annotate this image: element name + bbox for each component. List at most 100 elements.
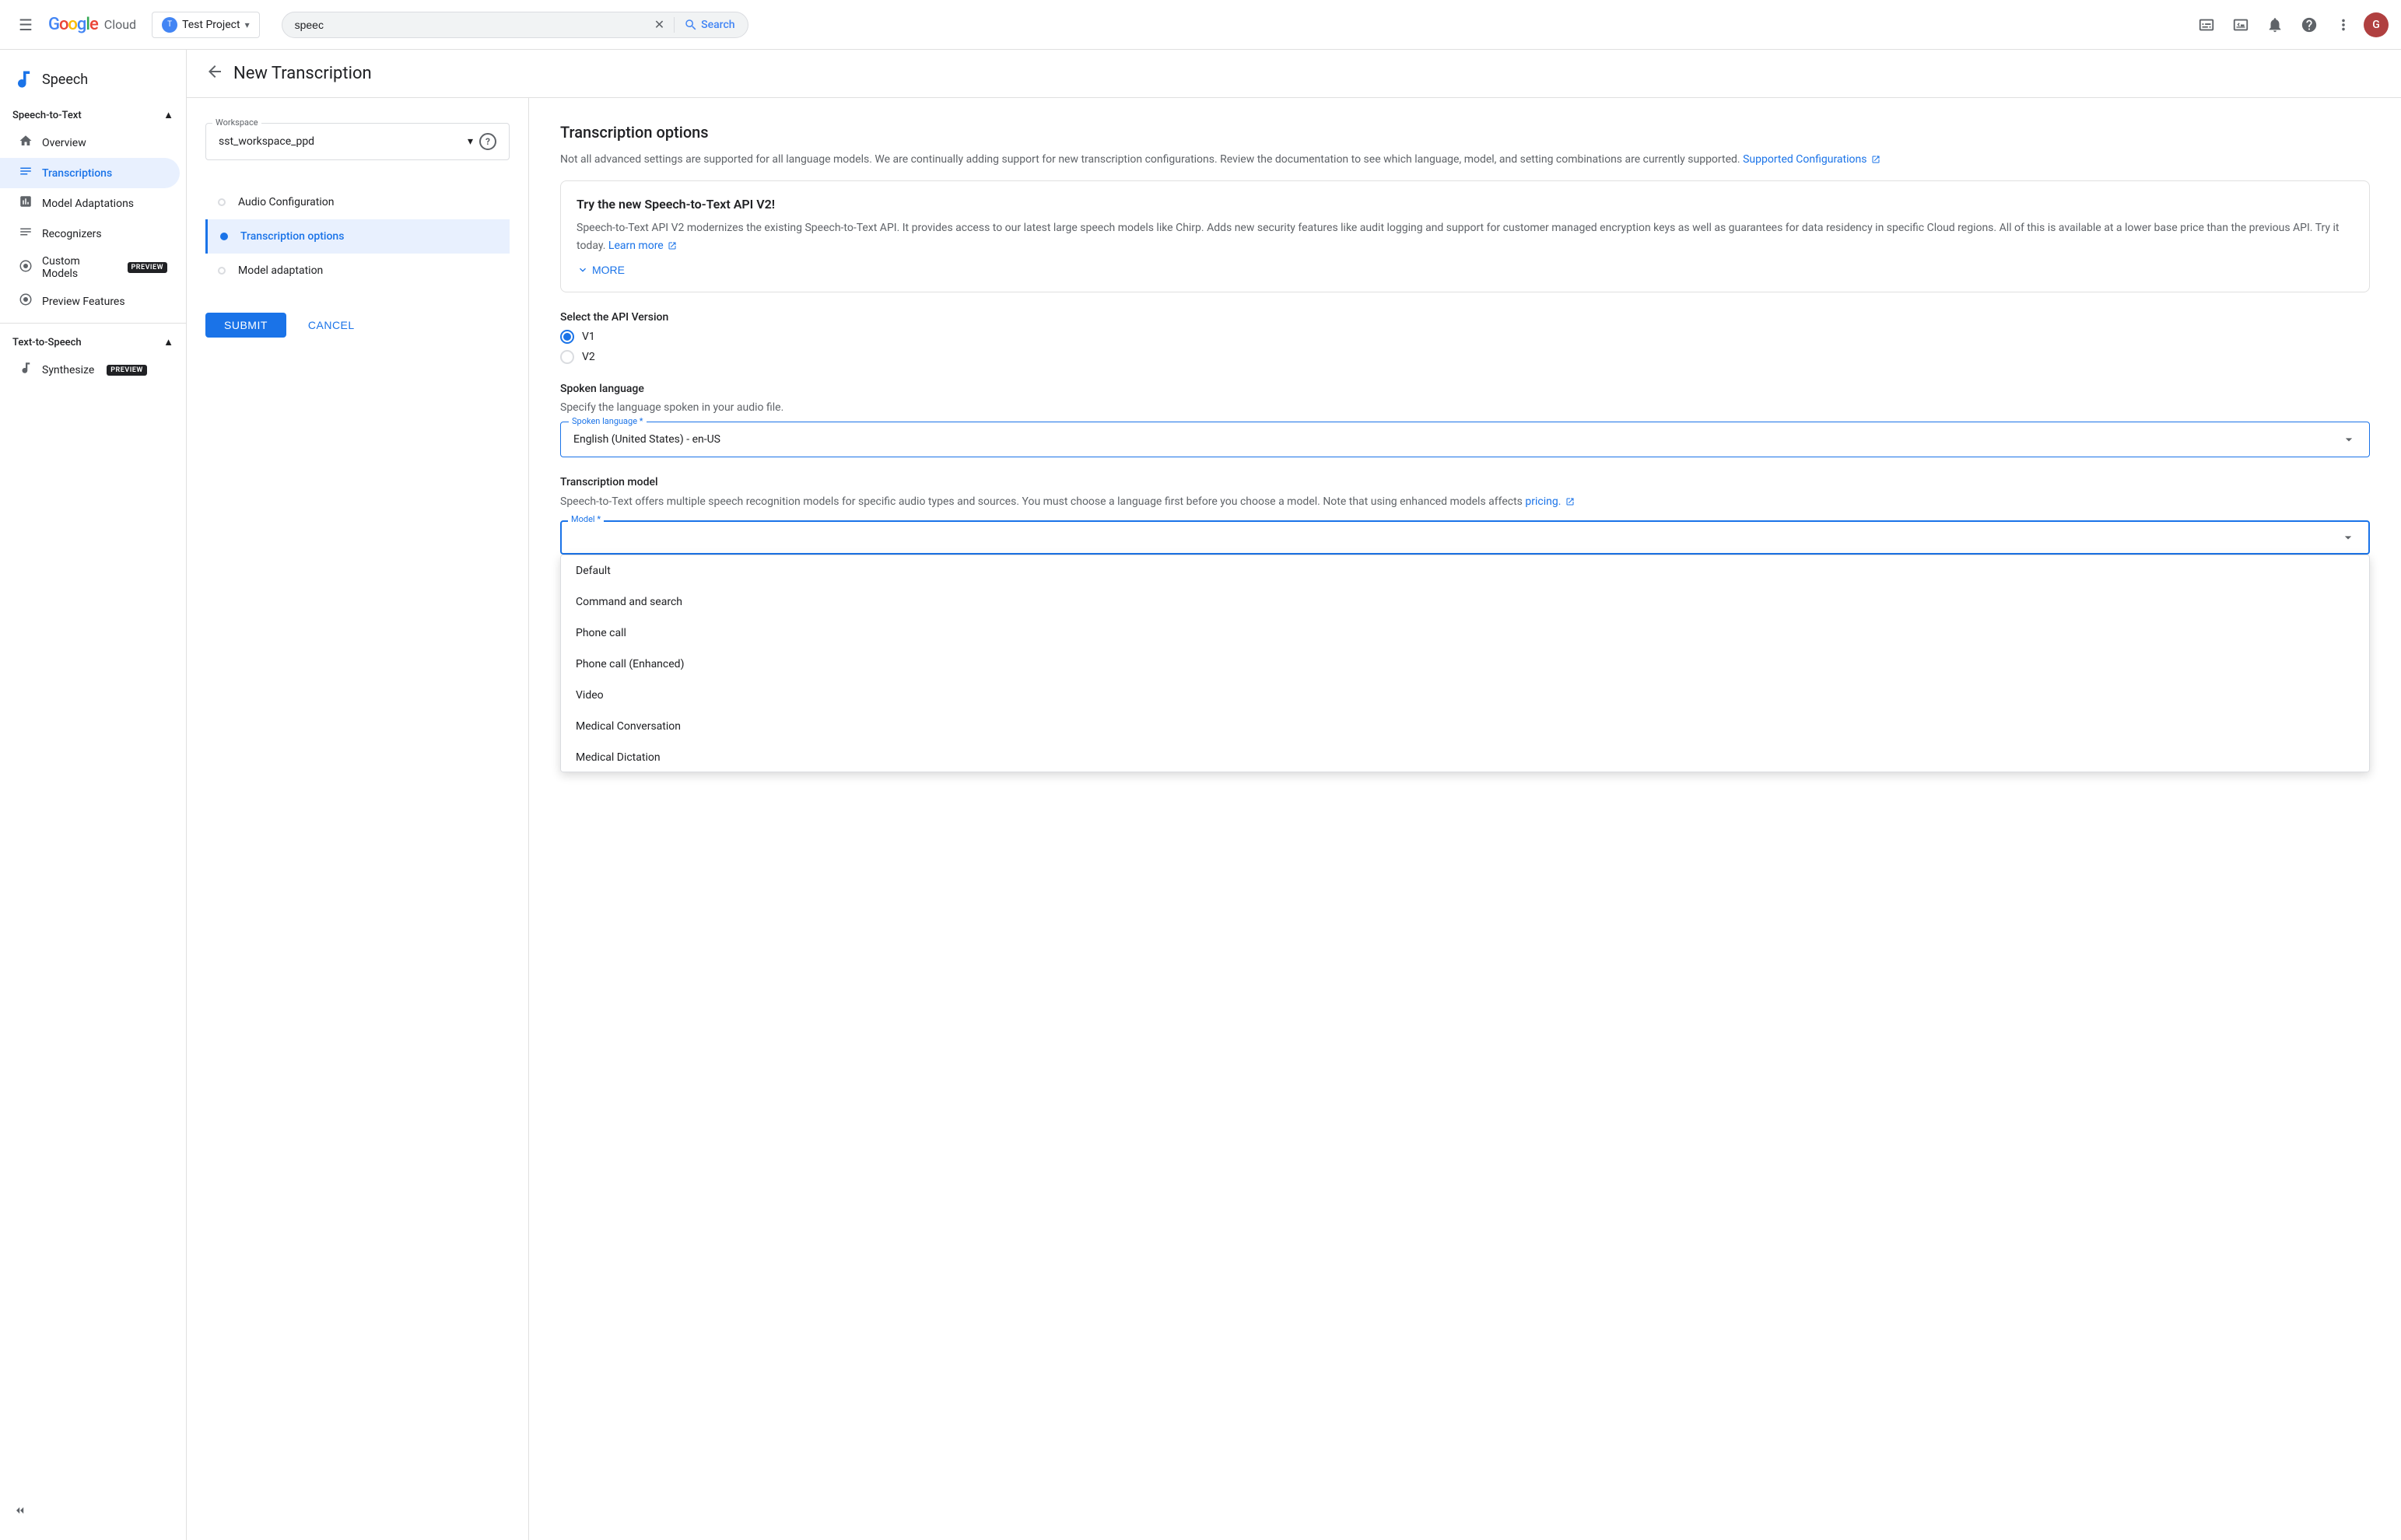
- sidebar-divider: [0, 323, 186, 324]
- search-input[interactable]: [295, 19, 648, 31]
- workspace-selector[interactable]: Workspace sst_workspace_ppd ▾ ?: [205, 123, 510, 160]
- action-buttons: SUBMIT CANCEL: [205, 313, 510, 338]
- audio-config-label: Audio Configuration: [238, 196, 334, 208]
- model-dropdown-trigger[interactable]: [560, 520, 2370, 555]
- custom-models-icon: [19, 259, 33, 277]
- workspace-help-icon[interactable]: ?: [479, 133, 496, 150]
- v1-radio-circle: [560, 330, 574, 344]
- search-bar: ✕ Search: [282, 12, 748, 38]
- language-select[interactable]: Spoken language * English (United States…: [560, 422, 2370, 457]
- sidebar-item-model-adaptations[interactable]: Model Adaptations: [0, 188, 180, 219]
- custom-models-preview-badge: PREVIEW: [128, 262, 167, 273]
- speech-product-header[interactable]: Speech: [0, 62, 186, 103]
- api-v1-option[interactable]: V1: [560, 330, 2370, 344]
- search-clear-icon[interactable]: ✕: [654, 17, 664, 32]
- spoken-language-section-label: Spoken language: [560, 383, 2370, 395]
- transcription-options-dot: [220, 233, 228, 240]
- api-v2-option[interactable]: V2: [560, 350, 2370, 364]
- model-field-label: Model *: [568, 514, 604, 524]
- project-icon: T: [162, 17, 177, 33]
- project-dropdown-arrow: ▾: [245, 19, 250, 30]
- api-version-label: Select the API Version: [560, 311, 2370, 324]
- sidebar-item-preview-features[interactable]: Preview Features: [0, 286, 180, 317]
- notifications-icon[interactable]: [2261, 11, 2289, 39]
- sidebar: Speech Speech-to-Text ▲ Overview Transcr…: [0, 50, 187, 1540]
- overview-label: Overview: [42, 137, 86, 149]
- v2-label: V2: [582, 351, 595, 363]
- learn-more-link[interactable]: Learn more: [608, 240, 664, 252]
- workspace-dropdown-icon: ▾: [468, 135, 473, 148]
- project-selector[interactable]: T Test Project ▾: [152, 12, 260, 38]
- model-option-command-and-search[interactable]: Command and search: [561, 586, 2369, 618]
- home-icon: [19, 134, 33, 152]
- speech-to-text-collapse-icon: ▲: [163, 109, 174, 121]
- search-label: Search: [701, 19, 734, 31]
- more-button[interactable]: MORE: [577, 264, 625, 276]
- sidebar-collapse-button[interactable]: [0, 1493, 186, 1528]
- wizard-steps: Audio Configuration Transcription option…: [205, 185, 510, 288]
- model-dropdown-container: Model * Default Command and search Phone…: [560, 520, 2370, 555]
- right-panel: Transcription options Not all advanced s…: [529, 98, 2401, 1540]
- model-option-medical-dictation[interactable]: Medical Dictation: [561, 742, 2369, 772]
- workspace-value: sst_workspace_ppd: [219, 135, 314, 148]
- model-option-video[interactable]: Video: [561, 680, 2369, 711]
- menu-icon[interactable]: ☰: [12, 9, 39, 40]
- submit-button[interactable]: SUBMIT: [205, 313, 286, 338]
- pricing-link[interactable]: pricing.: [1525, 495, 1561, 508]
- transcription-options-label: Transcription options: [240, 230, 344, 243]
- model-option-phone-call-enhanced[interactable]: Phone call (Enhanced): [561, 649, 2369, 680]
- sidebar-item-recognizers[interactable]: Recognizers: [0, 219, 180, 249]
- transcriptions-icon: [19, 164, 33, 182]
- model-adaptations-label: Model Adaptations: [42, 198, 134, 210]
- sidebar-item-overview[interactable]: Overview: [0, 128, 180, 158]
- back-button[interactable]: [205, 62, 224, 85]
- workspace-wrapper: Workspace sst_workspace_ppd ▾ ?: [205, 117, 510, 160]
- api-version-radio-group: V1 V2: [560, 330, 2370, 364]
- model-adaptation-dot: [218, 267, 226, 275]
- sidebar-item-transcriptions[interactable]: Transcriptions: [0, 158, 180, 188]
- speech-to-text-section[interactable]: Speech-to-Text ▲: [0, 103, 186, 128]
- model-option-default[interactable]: Default: [561, 555, 2369, 586]
- devtools-icon[interactable]: [2192, 11, 2220, 39]
- synthesize-preview-badge: PREVIEW: [107, 365, 146, 376]
- tts-collapse-icon: ▲: [163, 336, 174, 348]
- v1-label: V1: [582, 331, 595, 343]
- recognizers-icon: [19, 225, 33, 243]
- wizard-step-audio-config[interactable]: Audio Configuration: [205, 185, 510, 219]
- topbar-actions: G: [2192, 11, 2389, 39]
- text-to-speech-section[interactable]: Text-to-Speech ▲: [0, 330, 186, 355]
- model-option-phone-call[interactable]: Phone call: [561, 618, 2369, 649]
- transcription-model-title: Transcription model: [560, 476, 2370, 488]
- google-cloud-logo[interactable]: Google Cloud: [48, 15, 136, 34]
- project-name: Test Project: [182, 19, 240, 31]
- info-box-title: Try the new Speech-to-Text API V2!: [577, 197, 2354, 212]
- workspace-label: Workspace: [212, 117, 261, 128]
- wizard-step-model-adaptation[interactable]: Model adaptation: [205, 254, 510, 288]
- info-box: Try the new Speech-to-Text API V2! Speec…: [560, 180, 2370, 292]
- sidebar-item-custom-models[interactable]: Custom Models PREVIEW: [0, 249, 180, 286]
- preview-features-label: Preview Features: [42, 296, 125, 308]
- model-adaptations-icon: [19, 194, 33, 212]
- avatar[interactable]: G: [2364, 12, 2389, 37]
- v1-radio-dot: [563, 333, 571, 341]
- google-logo-text: Google: [48, 15, 98, 34]
- model-option-medical-conversation[interactable]: Medical Conversation: [561, 711, 2369, 742]
- model-dropdown-list: Default Command and search Phone call Ph…: [560, 555, 2370, 772]
- supported-configurations-link[interactable]: Supported Configurations: [1743, 153, 1866, 166]
- speech-label: Speech: [42, 72, 88, 88]
- audio-config-dot: [218, 198, 226, 206]
- search-button[interactable]: Search: [684, 18, 734, 32]
- app-container: Speech Speech-to-Text ▲ Overview Transcr…: [0, 50, 2401, 1540]
- language-selected-value: English (United States) - en-US: [573, 433, 720, 446]
- recognizers-label: Recognizers: [42, 228, 102, 240]
- sidebar-item-synthesize[interactable]: Synthesize PREVIEW: [0, 355, 180, 385]
- more-icon[interactable]: [2329, 11, 2357, 39]
- cancel-button[interactable]: CANCEL: [296, 313, 367, 338]
- v2-radio-circle: [560, 350, 574, 364]
- help-icon[interactable]: [2295, 11, 2323, 39]
- model-adaptation-label: Model adaptation: [238, 264, 323, 277]
- transcriptions-label: Transcriptions: [42, 167, 112, 180]
- wizard-step-transcription-options[interactable]: Transcription options: [205, 219, 510, 254]
- terminal-icon[interactable]: [2227, 11, 2255, 39]
- transcription-options-title: Transcription options: [560, 123, 2370, 142]
